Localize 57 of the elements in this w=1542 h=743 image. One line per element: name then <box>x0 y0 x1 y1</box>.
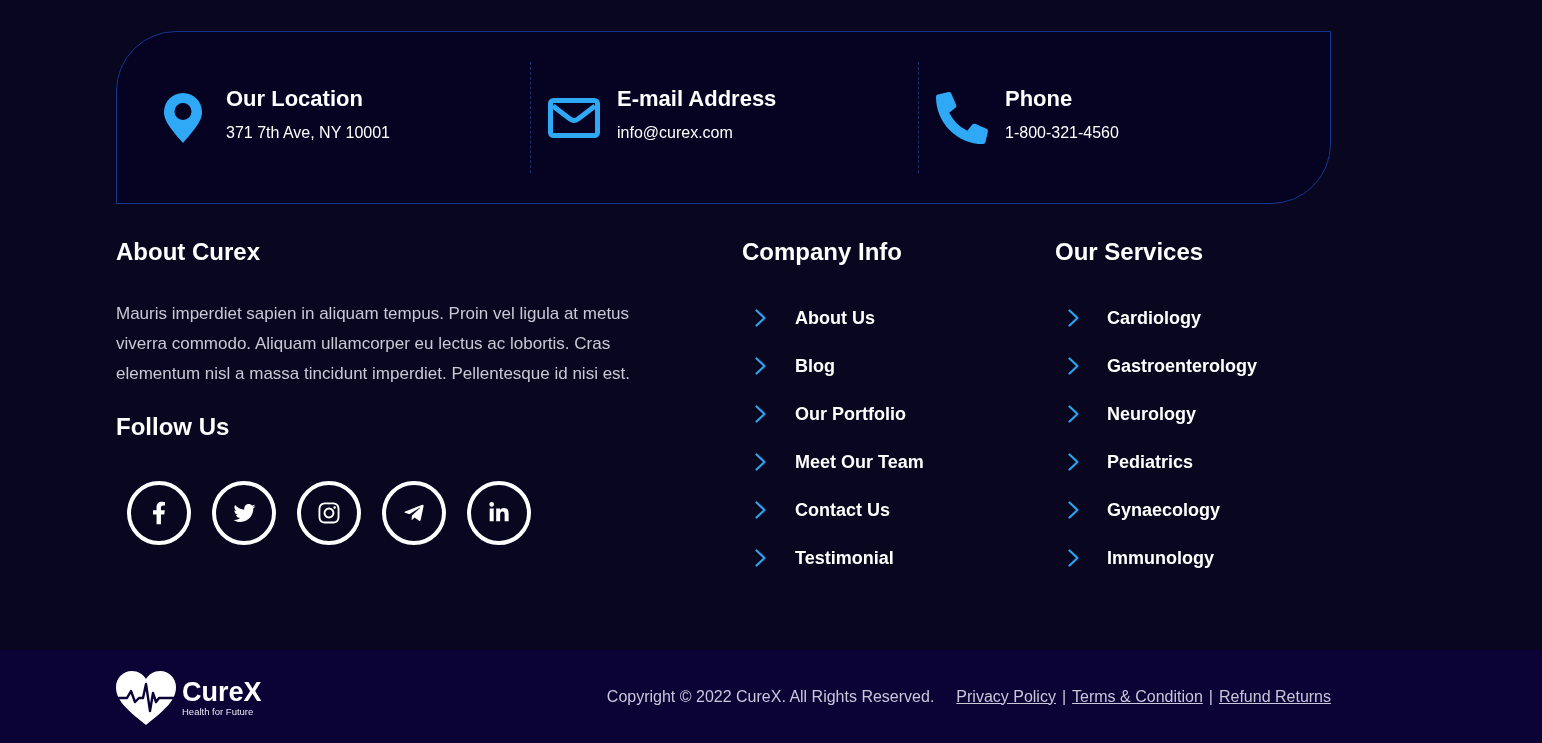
section-heading: Our Services <box>1055 237 1204 267</box>
legal-link[interactable]: Privacy Policy <box>956 685 1056 708</box>
facebook-icon <box>152 501 166 525</box>
chevron-right-icon <box>755 549 766 567</box>
contact-title: Our Location <box>226 84 363 113</box>
chevron-right-icon <box>755 309 766 327</box>
contact-value: 1-800-321-4560 <box>1005 122 1119 143</box>
footer-link[interactable]: Testimonial <box>795 546 894 570</box>
chevron-right-icon <box>1068 501 1079 519</box>
social-link-button[interactable] <box>382 481 446 545</box>
envelope-icon <box>548 97 600 138</box>
legal-link[interactable]: Terms & Condition <box>1072 685 1203 708</box>
chevron-right-icon <box>1068 549 1079 567</box>
section-heading: About Curex <box>116 237 260 267</box>
logo-wordmark: CureX <box>182 677 262 706</box>
chevron-right-icon <box>755 453 766 471</box>
section-heading: Company Info <box>742 237 902 267</box>
contact-title: E-mail Address <box>617 84 777 113</box>
contact-title: Phone <box>1005 84 1073 113</box>
chevron-right-icon <box>1068 309 1079 327</box>
footer-link[interactable]: Cardiology <box>1107 306 1201 330</box>
map-pin-icon <box>164 92 202 143</box>
section-heading: Follow Us <box>116 412 230 442</box>
footer-link[interactable]: Blog <box>795 354 835 378</box>
footer-link[interactable]: Gastroenterology <box>1107 354 1258 378</box>
footer-link[interactable]: About Us <box>795 306 875 330</box>
copyright-text: Copyright © 2022 CureX. All Rights Reserved. <box>606 686 935 707</box>
footer-link[interactable]: Neurology <box>1107 402 1196 426</box>
about-paragraph: Mauris imperdiet sapien in aliquam tempus. Proin vel ligula at metus viverra commodo. Aliquam ullamcorper eu lectus ac lobortis. Cras elementum nisl a massa tincidunt imperdiet. Pellentesque id nisi est. <box>116 303 632 385</box>
chevron-right-icon <box>755 357 766 375</box>
chevron-right-icon <box>755 501 766 519</box>
footer-link[interactable]: Immunology <box>1107 546 1214 570</box>
chevron-right-icon <box>1068 453 1079 471</box>
social-link-button[interactable] <box>127 481 191 545</box>
link-separator: | <box>1061 686 1067 707</box>
contact-value: info@curex.com <box>617 122 733 143</box>
chevron-right-icon <box>755 405 766 423</box>
legal-link[interactable]: Refund Returns <box>1218 685 1331 708</box>
heart-pulse-logo-icon <box>116 670 176 725</box>
social-link-button[interactable] <box>297 481 361 545</box>
social-link-button[interactable] <box>467 481 531 545</box>
chevron-right-icon <box>1068 405 1079 423</box>
footer-link[interactable]: Gynaecology <box>1107 498 1221 522</box>
contact-value: 371 7th Ave, NY 10001 <box>226 122 390 143</box>
telegram-icon <box>403 502 425 524</box>
instagram-icon <box>317 501 341 525</box>
phone-icon <box>936 91 988 144</box>
footer-link[interactable]: Meet Our Team <box>795 450 924 474</box>
logo-tagline: Health for Future <box>182 705 254 718</box>
linkedin-icon <box>488 502 510 524</box>
twitter-icon <box>231 502 257 524</box>
chevron-right-icon <box>1068 357 1079 375</box>
footer-link[interactable]: Our Portfolio <box>795 402 906 426</box>
footer-link[interactable]: Contact Us <box>795 498 890 522</box>
link-separator: | <box>1208 686 1213 707</box>
footer-link[interactable]: Pediatrics <box>1107 450 1194 474</box>
social-link-button[interactable] <box>212 481 276 545</box>
